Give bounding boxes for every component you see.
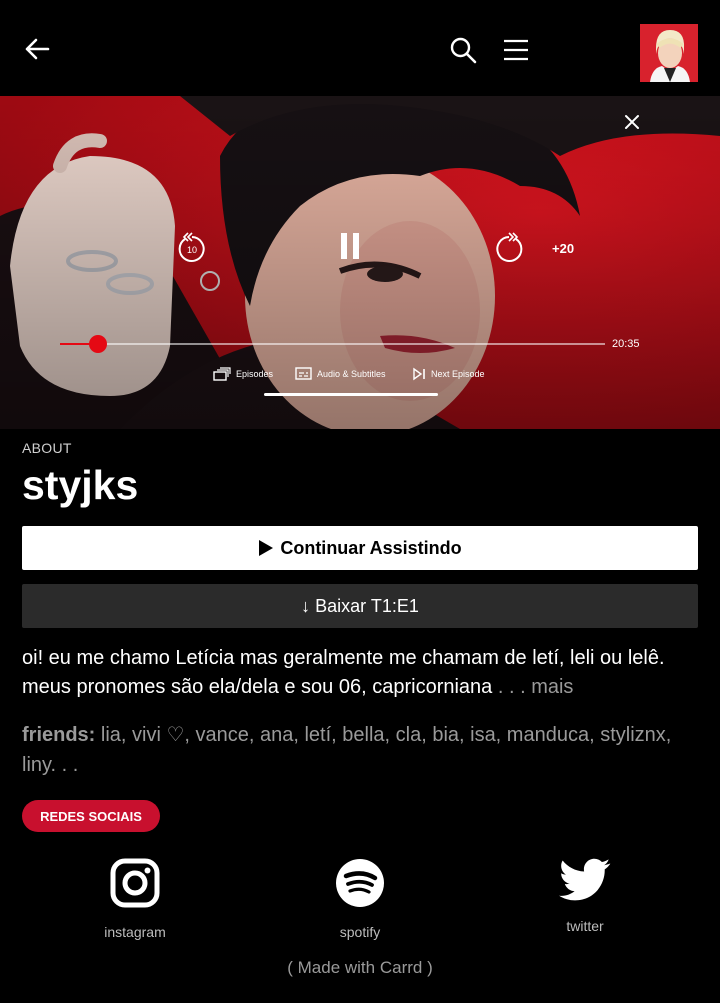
spotify-link[interactable]: spotify [300, 858, 420, 940]
continue-watching-button[interactable]: Continuar Assistindo [22, 526, 698, 570]
audio-subtitles-label: Audio & Subtitles [317, 369, 386, 379]
progress-timeline[interactable] [60, 335, 605, 353]
social-links-button[interactable]: REDES SOCIAIS [22, 800, 160, 832]
friends-text: friends: lia, vivi ♡, vance, ana, letí, … [22, 720, 698, 780]
twitter-icon [559, 858, 611, 901]
friends-list: lia, vivi ♡, vance, ana, letí, bella, cl… [22, 724, 672, 776]
pause-icon[interactable] [337, 231, 363, 261]
made-with-carrd-link[interactable]: ( Made with Carrd ) [0, 958, 720, 978]
twitter-label: twitter [566, 918, 604, 934]
time-remaining: 20:35 [612, 338, 640, 350]
instagram-icon [110, 858, 160, 908]
instagram-link[interactable]: instagram [75, 858, 195, 940]
section-label: ABOUT [22, 440, 72, 456]
top-bar [0, 0, 720, 96]
forward-icon[interactable] [493, 229, 525, 263]
rewind-10-icon[interactable]: 10 [176, 229, 208, 263]
skip-forward-label[interactable]: +20 [552, 241, 574, 256]
arrow-left-icon[interactable] [22, 34, 52, 64]
next-episode-label: Next Episode [431, 369, 485, 379]
episodes-icon [213, 367, 231, 381]
bio-more-link[interactable]: . . . mais [492, 676, 574, 698]
download-label: ↓ Baixar T1:E1 [301, 595, 419, 616]
twitter-link[interactable]: twitter [525, 858, 645, 934]
next-episode-button[interactable]: Next Episode [412, 366, 485, 382]
download-button[interactable]: ↓ Baixar T1:E1 [22, 584, 698, 628]
next-episode-icon [413, 367, 425, 381]
subtitles-icon [295, 367, 312, 380]
spotify-icon [336, 859, 384, 907]
svg-text:10: 10 [187, 245, 197, 255]
episodes-button[interactable]: Episodes [213, 366, 273, 382]
friends-label: friends: [22, 724, 96, 746]
spotify-label: spotify [339, 924, 381, 940]
home-indicator [264, 393, 438, 396]
close-icon[interactable] [622, 112, 642, 132]
avatar[interactable] [640, 24, 698, 82]
play-icon [259, 540, 274, 556]
hamburger-menu-icon[interactable] [502, 38, 530, 62]
bio-text: oi! eu me chamo Letícia mas geralmente m… [22, 644, 698, 702]
episodes-label: Episodes [236, 369, 274, 379]
search-icon[interactable] [449, 36, 477, 64]
page-title: styjks [22, 462, 139, 508]
audio-subtitles-button[interactable]: Audio & Subtitles [295, 366, 386, 382]
continue-watching-label: Continuar Assistindo [280, 537, 462, 558]
instagram-label: instagram [104, 924, 166, 940]
